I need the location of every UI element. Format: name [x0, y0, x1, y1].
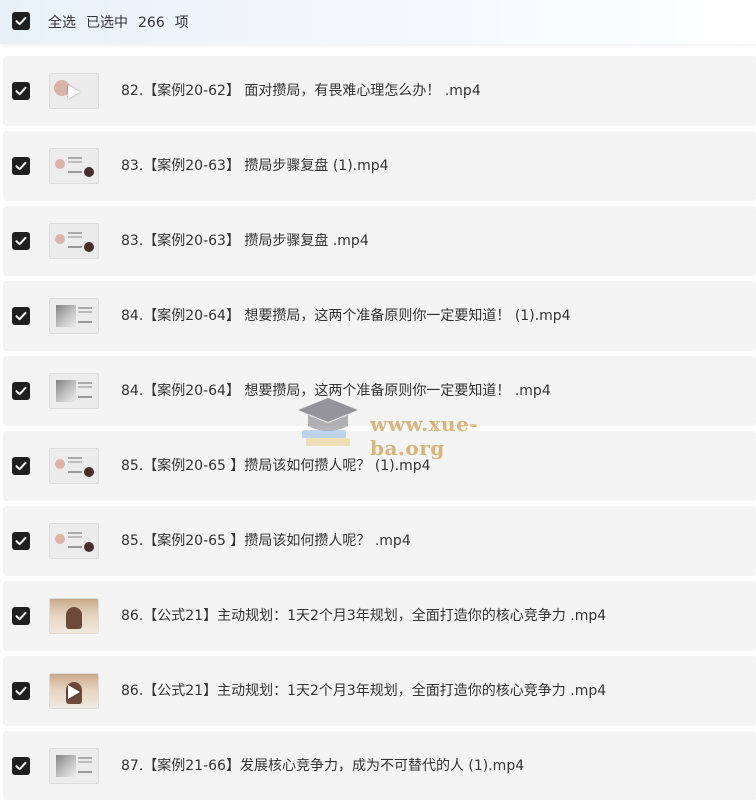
file-row[interactable]: 84.【案例20-64】 想要攒局，这两个准备原则你一定要知道！ .mp4 [3, 356, 756, 426]
row-checkbox[interactable] [12, 232, 30, 250]
file-name[interactable]: 82.【案例20-62】 面对攒局，有畏难心理怎么办！ .mp4 [121, 81, 481, 101]
row-checkbox[interactable] [12, 307, 30, 325]
file-row[interactable]: 87.【案例21-66】发展核心竞争力，成为不可替代的人 (1).mp4 [3, 731, 756, 800]
file-name[interactable]: 86.【公式21】主动规划：1天2个月3年规划，全面打造你的核心竞争力 .mp4 [121, 681, 606, 701]
video-thumbnail[interactable] [49, 148, 99, 184]
checkmark-icon [15, 611, 27, 621]
row-checkbox[interactable] [12, 382, 30, 400]
video-thumbnail[interactable] [49, 523, 99, 559]
video-thumbnail[interactable] [49, 748, 99, 784]
play-icon [68, 685, 80, 699]
checkmark-icon [15, 461, 27, 471]
row-checkbox[interactable] [12, 532, 30, 550]
checkmark-icon [15, 686, 27, 696]
selected-count: 266 [138, 15, 165, 31]
checkmark-icon [15, 86, 27, 96]
row-checkbox[interactable] [12, 757, 30, 775]
row-checkbox[interactable] [12, 682, 30, 700]
file-row[interactable]: 83.【案例20-63】 攒局步骤复盘 .mp4 [3, 206, 756, 276]
checkmark-icon [15, 536, 27, 546]
checkmark-icon [15, 386, 27, 396]
file-name[interactable]: 85.【案例20-65 】攒局该如何攒人呢？ .mp4 [121, 531, 411, 551]
file-row[interactable]: 83.【案例20-63】 攒局步骤复盘 (1).mp4 [3, 131, 756, 201]
file-name[interactable]: 83.【案例20-63】 攒局步骤复盘 (1).mp4 [121, 156, 389, 176]
file-name[interactable]: 83.【案例20-63】 攒局步骤复盘 .mp4 [121, 231, 369, 251]
checkmark-icon [15, 16, 27, 26]
selected-label: 已选中 [86, 15, 128, 31]
file-row[interactable]: 85.【案例20-65 】攒局该如何攒人呢？ (1).mp4 [3, 431, 756, 501]
checkmark-icon [15, 761, 27, 771]
file-row[interactable]: 85.【案例20-65 】攒局该如何攒人呢？ .mp4 [3, 506, 756, 576]
video-thumbnail[interactable] [49, 373, 99, 409]
count-unit: 项 [174, 15, 189, 31]
file-row[interactable]: 86.【公式21】主动规划：1天2个月3年规划，全面打造你的核心竞争力 .mp4 [3, 581, 756, 651]
file-name[interactable]: 87.【案例21-66】发展核心竞争力，成为不可替代的人 (1).mp4 [121, 756, 524, 776]
file-name[interactable]: 84.【案例20-64】 想要攒局，这两个准备原则你一定要知道！ (1).mp4 [121, 306, 571, 326]
row-checkbox[interactable] [12, 82, 30, 100]
selection-header: 全选 已选中 266 项 [0, 0, 756, 44]
video-thumbnail[interactable] [49, 673, 99, 709]
video-thumbnail[interactable] [49, 448, 99, 484]
video-thumbnail[interactable] [49, 598, 99, 634]
file-name[interactable]: 85.【案例20-65 】攒局该如何攒人呢？ (1).mp4 [121, 456, 431, 476]
checkmark-icon [15, 161, 27, 171]
file-row[interactable]: 86.【公式21】主动规划：1天2个月3年规划，全面打造你的核心竞争力 .mp4 [3, 656, 756, 726]
video-thumbnail[interactable] [49, 223, 99, 259]
file-name[interactable]: 84.【案例20-64】 想要攒局，这两个准备原则你一定要知道！ .mp4 [121, 381, 551, 401]
checkmark-icon [15, 236, 27, 246]
selection-summary: 全选 已选中 266 项 [48, 12, 199, 32]
file-name[interactable]: 86.【公式21】主动规划：1天2个月3年规划，全面打造你的核心竞争力 .mp4 [121, 606, 606, 626]
video-thumbnail[interactable] [49, 73, 99, 109]
row-checkbox[interactable] [12, 157, 30, 175]
video-thumbnail[interactable] [49, 298, 99, 334]
row-checkbox[interactable] [12, 607, 30, 625]
select-all-label[interactable]: 全选 [48, 15, 76, 31]
file-row[interactable]: 84.【案例20-64】 想要攒局，这两个准备原则你一定要知道！ (1).mp4 [3, 281, 756, 351]
file-row[interactable]: 82.【案例20-62】 面对攒局，有畏难心理怎么办！ .mp4 [3, 56, 756, 126]
play-icon [68, 85, 80, 99]
checkmark-icon [15, 311, 27, 321]
select-all-checkbox[interactable] [12, 12, 30, 30]
row-checkbox[interactable] [12, 457, 30, 475]
